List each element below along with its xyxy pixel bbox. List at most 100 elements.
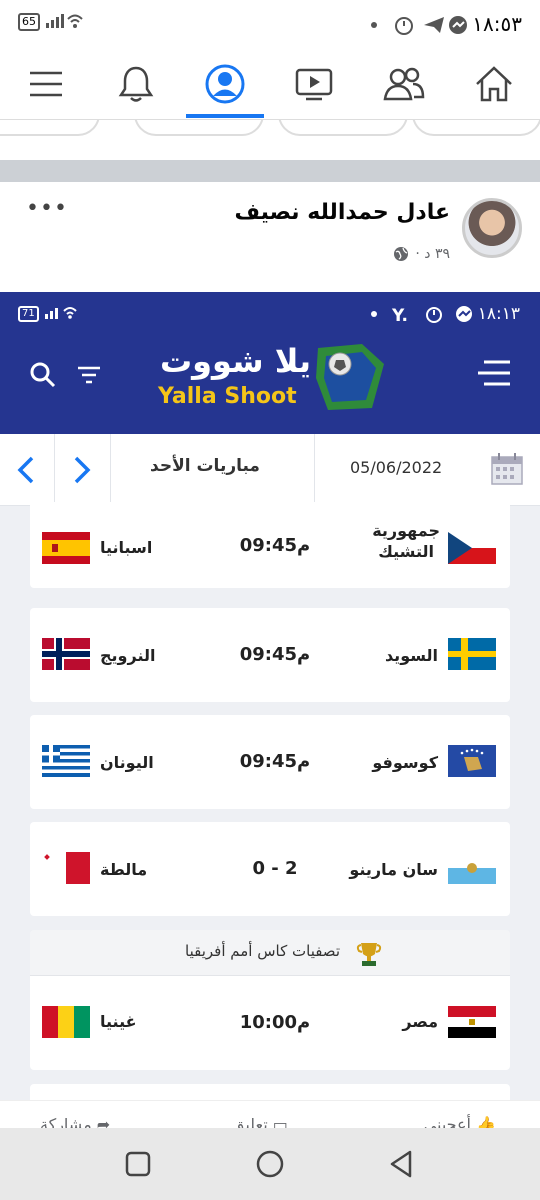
home-team: سان مارينو [349,860,438,879]
match-card[interactable]: جمهورية التشيك 09:45م اسبانيا [30,502,510,588]
competition-name: تصفيات كاس أمم أفريقيا [185,942,340,960]
feed-divider [0,160,540,182]
match-card[interactable] [30,1084,510,1100]
svg-text:Y.: Y. [391,306,408,324]
post-actions: أعجبني 👍 تعليق ▭ مشاركة ➦ [0,1100,540,1128]
afcon-trophy-icon [356,943,382,966]
match-time: 09:45م [239,751,311,772]
system-nav-bar [0,1128,540,1200]
more-options-icon[interactable]: ••• [26,196,68,221]
away-team: النرويج [100,646,156,665]
sweden-flag-icon [448,638,496,670]
battery-icon: 65 [18,12,40,31]
away-team: اليونان [100,753,154,772]
away-team: اسبانيا [100,538,153,557]
home-team: كوسوفو [372,753,438,772]
greece-flag-icon [42,745,90,777]
filter-icon[interactable] [76,364,102,386]
shot-notification-icons: Y. [371,306,472,324]
share-label: مشاركة [40,1115,92,1128]
shot-status-left: 71 [18,304,79,322]
competition-header: تصفيات كاس أمم أفريقيا [30,930,510,976]
czech-flag-icon [448,532,496,564]
story-pill[interactable] [0,120,100,136]
kosovo-flag-icon [448,745,496,777]
san-marino-flag-icon [448,852,496,884]
match-time: 09:45م [239,535,311,556]
home-team-line: التشيك [378,542,434,561]
status-icons-left: 65 [18,12,84,31]
norway-flag-icon [42,638,90,670]
date-bar: مباريات الأحد 05/06/2022 [0,434,540,506]
avatar[interactable] [462,198,522,258]
profile-icon[interactable] [201,62,249,106]
back-icon[interactable] [386,1148,416,1180]
away-team: مالطة [100,860,148,879]
bell-icon[interactable] [112,62,160,106]
next-day-icon[interactable] [70,454,94,486]
home-button-icon[interactable] [254,1148,286,1180]
post-author[interactable]: عادل حمدالله نصيف [234,200,450,225]
share-button[interactable]: مشاركة ➦ [40,1115,110,1128]
share-icon: ➦ [96,1115,111,1128]
match-time: 10:00م [239,1012,311,1033]
shot-clock: ١٨:١٣ [477,304,520,324]
post-header: ••• عادل حمدالله نصيف ٣٩ د · [0,182,540,292]
guinea-flag-icon [42,1006,90,1038]
signal-wifi-icon [46,14,83,28]
comment-label: تعليق [232,1115,268,1128]
separator [110,434,111,506]
match-time: 09:45م [239,644,311,665]
match-card[interactable]: مصر 10:00م غينيا [30,976,510,1070]
video-icon[interactable] [290,62,338,106]
match-score: 0 - 2 [252,858,298,879]
malta-flag-icon [44,852,90,884]
home-icon[interactable] [470,62,518,106]
globe-icon [394,247,409,261]
menu-icon[interactable] [22,62,70,106]
brand-arabic: يلا شووت [160,342,312,380]
comment-icon: ▭ [272,1115,288,1128]
search-icon[interactable] [28,360,58,390]
stories-strip [0,120,540,160]
separator [54,434,55,506]
story-pill[interactable] [412,120,540,136]
post-time: ٣٩ د · [415,246,450,262]
like-label: أعجبني [423,1115,471,1128]
home-team: جمهورية التشيك [372,520,440,562]
story-pill[interactable] [278,120,408,136]
egypt-flag-icon [448,1006,496,1038]
home-team-line: جمهورية [372,521,440,540]
prev-day-icon[interactable] [14,454,38,486]
story-pill[interactable] [134,120,264,136]
date-label: 05/06/2022 [350,458,443,477]
post-image[interactable]: 71 Y. ١٨:١٣ يلا شووت Yalla Shoot مباريات… [0,292,540,1100]
like-icon: 👍 [476,1115,496,1128]
match-card[interactable]: السويد 09:45م النرويج [30,608,510,702]
like-button[interactable]: أعجبني 👍 [424,1115,496,1128]
comment-button[interactable]: تعليق ▭ [232,1115,288,1128]
yalla-shoot-logo-icon [316,344,384,410]
day-label: مباريات الأحد [150,456,260,476]
match-card[interactable]: سان مارينو 0 - 2 مالطة [30,822,510,916]
notification-icons [371,16,467,35]
top-nav [0,50,540,120]
spain-flag-icon [42,532,90,564]
recents-icon[interactable] [124,1150,152,1178]
signal-wifi-icon [44,307,77,319]
active-tab-indicator [186,114,264,118]
home-team: السويد [384,646,438,665]
friends-icon[interactable] [380,62,428,106]
home-team: مصر [402,1012,438,1031]
calendar-icon[interactable] [490,452,524,486]
status-bar: 65 ١٨:٥٣ [0,0,540,50]
clock: ١٨:٥٣ [472,12,522,36]
menu-icon[interactable] [474,358,514,390]
match-card[interactable]: كوسوفو 09:45م اليونان [30,715,510,809]
yalla-header: 71 Y. ١٨:١٣ يلا شووت Yalla Shoot [0,292,540,434]
away-team: غينيا [100,1012,137,1031]
separator [314,434,315,506]
post-meta: ٣٩ د · [393,246,450,262]
battery-icon: 71 [18,305,39,322]
brand-english: Yalla Shoot [158,384,297,409]
